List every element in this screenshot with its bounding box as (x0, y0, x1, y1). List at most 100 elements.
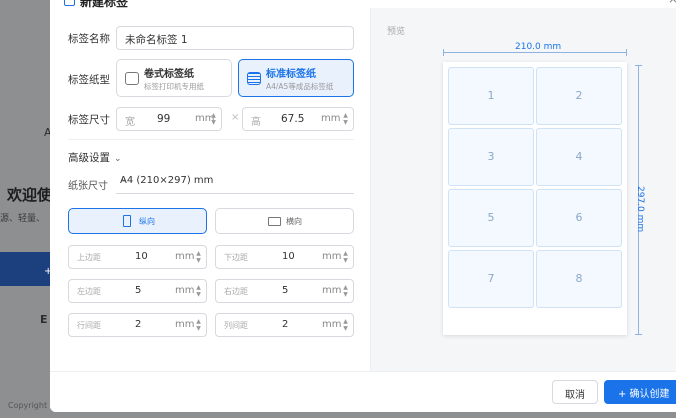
landscape-label: 横向 (286, 217, 302, 226)
advanced-settings-toggle[interactable]: 高级设置 ⌄ (68, 150, 122, 165)
cell-number: 8 (575, 272, 583, 285)
chevron-down-icon: ⌄ (114, 154, 122, 164)
type-standard-title: 标准标签纸 (266, 69, 316, 80)
label-cell: 1 (448, 67, 534, 125)
label-icon (64, 0, 75, 6)
portrait-icon (123, 215, 131, 227)
margin-left-value: 5 (135, 285, 142, 296)
cell-number: 4 (575, 150, 583, 163)
row-gap-input[interactable]: 行间距 2 mm ▲ ▼ (68, 313, 207, 337)
cell-number: 2 (575, 89, 583, 102)
close-icon[interactable]: × (668, 0, 676, 6)
margin-right-input[interactable]: 右边距 5 mm ▲ ▼ (215, 279, 354, 303)
paper-size-label: 纸张尺寸 (68, 181, 108, 192)
stepper-down-icon[interactable]: ▼ (210, 119, 217, 126)
margin-bottom-value: 10 (282, 251, 295, 262)
margin-bottom-input[interactable]: 下边距 10 mm ▲ ▼ (215, 245, 354, 269)
margin-left-input[interactable]: 左边距 5 mm ▲ ▼ (68, 279, 207, 303)
name-label: 标签名称 (68, 33, 110, 45)
type-standard-option[interactable]: 标准标签纸 A4/A5等成品标签纸 (238, 59, 354, 97)
margin-top-value: 10 (135, 251, 148, 262)
label-name-input[interactable]: 未命名标签 1 (116, 26, 354, 50)
paper-size-select[interactable]: A4 (210×297) mm ⌄ (116, 171, 354, 194)
confirm-create-label: + 确认创建 (618, 389, 670, 400)
label-cell: 8 (536, 250, 622, 308)
margin-bottom-stepper[interactable]: ▲ ▼ (342, 250, 349, 264)
background-letter-e: E (40, 313, 48, 326)
settings-panel: 标签名称 未命名标签 1 标签纸型 卷式标签纸 标签打印机专用纸 标准标签纸 A… (50, 8, 370, 371)
stepper-down-icon[interactable]: ▼ (342, 257, 349, 264)
row-gap-value: 2 (135, 319, 142, 330)
label-cell: 3 (448, 128, 534, 186)
stepper-up-icon[interactable]: ▲ (342, 284, 349, 291)
margin-top-input[interactable]: 上边距 10 mm ▲ ▼ (68, 245, 207, 269)
size-label: 标签尺寸 (68, 114, 110, 126)
row-gap-prefix: 行间距 (77, 321, 101, 330)
height-prefix: 高 (251, 117, 261, 128)
margin-top-stepper[interactable]: ▲ ▼ (195, 250, 202, 264)
row-gap-unit: mm (175, 319, 195, 330)
col-gap-prefix: 列间距 (224, 321, 248, 330)
margin-left-stepper[interactable]: ▲ ▼ (195, 284, 202, 298)
times-sign: × (231, 112, 240, 123)
stepper-up-icon[interactable]: ▲ (195, 250, 202, 257)
stepper-down-icon[interactable]: ▼ (342, 119, 349, 126)
roll-paper-icon (125, 72, 139, 85)
label-cell: 4 (536, 128, 622, 186)
stepper-down-icon[interactable]: ▼ (342, 325, 349, 332)
stepper-up-icon[interactable]: ▲ (195, 284, 202, 291)
preview-paper: 1 2 3 4 5 6 7 8 (443, 62, 627, 335)
col-gap-value: 2 (282, 319, 289, 330)
type-roll-title: 卷式标签纸 (144, 69, 194, 80)
stepper-up-icon[interactable]: ▲ (342, 250, 349, 257)
margin-left-prefix: 左边距 (77, 287, 101, 296)
margin-top-unit: mm (175, 251, 195, 262)
landscape-icon (268, 217, 281, 226)
preview-label: 预览 (387, 27, 406, 37)
margin-bottom-unit: mm (322, 251, 342, 262)
width-input[interactable]: 宽 99 mm ▲ ▼ (116, 107, 222, 131)
col-gap-input[interactable]: 列间距 2 mm ▲ ▼ (215, 313, 354, 337)
orientation-landscape-button[interactable]: 横向 (215, 208, 354, 234)
new-label-dialog: 新建标签 × 标签名称 未命名标签 1 标签纸型 卷式标签纸 标签打印机专用纸 … (50, 0, 676, 412)
cancel-button-label: 取消 (565, 390, 585, 401)
margin-right-unit: mm (322, 285, 342, 296)
margin-bottom-prefix: 下边距 (224, 253, 248, 262)
margin-right-stepper[interactable]: ▲ ▼ (342, 284, 349, 298)
stepper-up-icon[interactable]: ▲ (342, 318, 349, 325)
cell-number: 5 (487, 211, 495, 224)
width-dimension-text: 210.0 mm (513, 42, 564, 52)
preview-panel: 预览 210.0 mm 297.0 mm 1 2 3 4 5 6 7 8 (370, 8, 676, 371)
background-welcome-title: 欢迎使 (7, 186, 53, 204)
type-standard-subtitle: A4/A5等成品标签纸 (266, 82, 334, 91)
height-value: 67.5 (281, 113, 305, 125)
cell-number: 1 (487, 89, 495, 102)
confirm-create-button[interactable]: + 确认创建 (604, 380, 676, 404)
background-welcome-subtitle: 源、轻量、 (0, 214, 46, 224)
height-dimension-text: 297.0 mm (635, 186, 645, 233)
stepper-up-icon[interactable]: ▲ (342, 112, 349, 119)
row-gap-stepper[interactable]: ▲ ▼ (195, 318, 202, 332)
stepper-down-icon[interactable]: ▼ (342, 291, 349, 298)
type-roll-option[interactable]: 卷式标签纸 标签打印机专用纸 (116, 59, 232, 97)
type-label: 标签纸型 (68, 74, 110, 86)
stepper-up-icon[interactable]: ▲ (210, 112, 217, 119)
width-dimension-line (443, 49, 627, 56)
stepper-up-icon[interactable]: ▲ (195, 318, 202, 325)
label-name-value: 未命名标签 1 (125, 34, 188, 46)
width-stepper[interactable]: ▲ ▼ (210, 112, 217, 126)
type-roll-subtitle: 标签打印机专用纸 (144, 82, 204, 91)
cancel-button[interactable]: 取消 (552, 380, 598, 404)
col-gap-unit: mm (322, 319, 342, 330)
cell-number: 6 (575, 211, 583, 224)
stepper-down-icon[interactable]: ▼ (195, 325, 202, 332)
orientation-portrait-button[interactable]: 纵向 (68, 208, 207, 234)
height-stepper[interactable]: ▲ ▼ (342, 112, 349, 126)
margin-top-prefix: 上边距 (77, 253, 101, 262)
col-gap-stepper[interactable]: ▲ ▼ (342, 318, 349, 332)
stepper-down-icon[interactable]: ▼ (195, 257, 202, 264)
margin-right-value: 5 (282, 285, 289, 296)
cell-number: 3 (487, 150, 495, 163)
height-input[interactable]: 高 67.5 mm ▲ ▼ (242, 107, 354, 131)
stepper-down-icon[interactable]: ▼ (195, 291, 202, 298)
